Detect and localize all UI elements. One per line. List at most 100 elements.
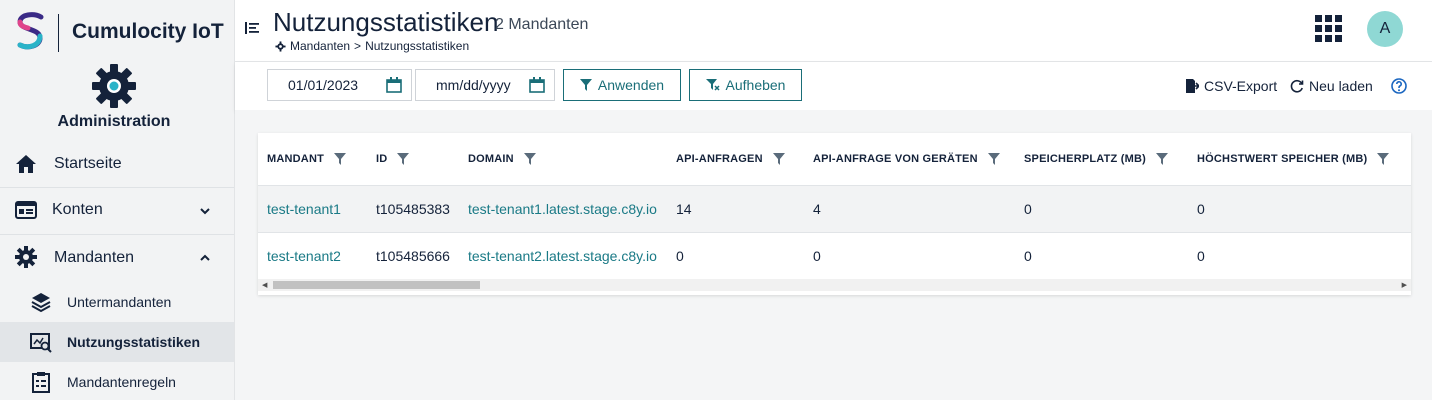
- breadcrumb-separator: >: [354, 39, 362, 53]
- tenant-domain-link[interactable]: test-tenant1.latest.stage.c8y.io: [468, 201, 657, 217]
- brand: Cumulocity IoT: [0, 0, 235, 62]
- breadcrumb: Mandanten > Nutzungsstatistiken: [275, 39, 469, 53]
- column-header-label: DOMAIN: [468, 153, 514, 165]
- date-from-value: 01/01/2023: [288, 77, 359, 93]
- tenant-id: t105485383: [376, 201, 450, 217]
- peak-storage-value: 0: [1197, 248, 1205, 264]
- chevron-down-icon: [200, 208, 210, 215]
- sidebar-subitem-untermandanten[interactable]: Untermandanten: [0, 282, 234, 322]
- user-avatar[interactable]: A: [1367, 11, 1403, 47]
- device-api-requests-value: 4: [813, 201, 821, 217]
- column-header-mandant[interactable]: MANDANT: [267, 153, 347, 165]
- chevron-up-icon: [200, 254, 210, 261]
- clear-filter-button[interactable]: Aufheben: [689, 69, 802, 101]
- accounts-icon: [15, 201, 37, 219]
- app-section-title: Administration: [57, 113, 171, 130]
- usage-statistics-table: MANDANT ID DOMAIN API-ANFRAGEN API-ANFRA…: [258, 133, 1411, 295]
- clear-filter-icon: [705, 78, 720, 91]
- layers-icon: [31, 293, 51, 313]
- column-header-id[interactable]: ID: [376, 153, 410, 165]
- filter-icon[interactable]: [987, 153, 1000, 165]
- clipboard-icon: [32, 372, 50, 393]
- filter-icon[interactable]: [523, 153, 536, 165]
- sidebar-subitem-label: Untermandanten: [67, 294, 172, 310]
- date-to-input[interactable]: mm/dd/yyyy: [415, 69, 555, 101]
- sidebar-item-label: Konten: [52, 201, 103, 218]
- table-row: test-tenant1 t105485383 test-tenant1.lat…: [258, 185, 1411, 232]
- scroll-right-arrow-icon[interactable]: ▶: [1402, 281, 1407, 289]
- page-header: Nutzungsstatistiken 2 Mandanten Mandante…: [235, 0, 1432, 62]
- calendar-icon[interactable]: [386, 77, 402, 93]
- column-header-domain[interactable]: DOMAIN: [468, 153, 536, 165]
- api-requests-value: 0: [676, 248, 684, 264]
- column-header-label: SPEICHERPLATZ (MB): [1024, 153, 1146, 165]
- page-subtitle: 2 Mandanten: [495, 16, 589, 33]
- app-name: Cumulocity IoT: [72, 20, 224, 43]
- column-header-peak-storage[interactable]: HÖCHSTWERT SPEICHER (MB): [1197, 153, 1390, 165]
- gear-icon: [275, 40, 286, 52]
- sidebar: Cumulocity IoT Administration Startseite: [0, 0, 235, 400]
- help-icon[interactable]: [1391, 78, 1407, 94]
- column-header-api-requests[interactable]: API-ANFRAGEN: [676, 153, 785, 165]
- filter-icon[interactable]: [772, 153, 785, 165]
- csv-export-label: CSV-Export: [1204, 78, 1278, 94]
- gear-icon: [15, 246, 37, 268]
- sidebar-item-label: Startseite: [54, 155, 122, 172]
- reload-button[interactable]: Neu laden: [1290, 78, 1373, 94]
- page-title: Nutzungsstatistiken: [273, 7, 499, 37]
- column-header-label: API-ANFRAGE VON GERÄTEN: [813, 153, 978, 165]
- device-api-requests-value: 0: [813, 248, 821, 264]
- sidebar-item-label: Mandanten: [54, 249, 135, 266]
- app-switcher-icon[interactable]: [1315, 15, 1342, 42]
- tenant-link[interactable]: test-tenant1: [267, 201, 341, 217]
- csv-export-button[interactable]: CSV-Export: [1186, 78, 1277, 94]
- filter-icon[interactable]: [1377, 153, 1390, 165]
- refresh-icon: [1290, 79, 1304, 93]
- sidebar-subitem-label: Mandantenregeln: [67, 374, 176, 390]
- filter-icon[interactable]: [397, 153, 410, 165]
- filter-icon: [579, 79, 592, 91]
- usage-stats-icon: [30, 333, 52, 353]
- scroll-left-arrow-icon[interactable]: ◀: [262, 281, 267, 289]
- column-header-label: MANDANT: [267, 153, 325, 165]
- tenant-id: t105485666: [376, 248, 450, 264]
- api-requests-value: 14: [676, 201, 692, 217]
- sidebar-item-startseite[interactable]: Startseite: [0, 141, 234, 187]
- toolbar: 01/01/2023 mm/dd/yyyy Anwenden Aufheben: [235, 62, 1432, 110]
- sidebar-subitem-label: Nutzungsstatistiken: [67, 334, 201, 350]
- reload-label: Neu laden: [1309, 78, 1373, 94]
- apply-filter-button[interactable]: Anwenden: [563, 69, 681, 101]
- administration-gear-icon: [92, 64, 136, 108]
- home-icon: [16, 155, 36, 173]
- column-header-device-api-requests[interactable]: API-ANFRAGE VON GERÄTEN: [813, 153, 1000, 165]
- tenant-domain-link[interactable]: test-tenant2.latest.stage.c8y.io: [468, 248, 657, 264]
- filter-icon[interactable]: [1155, 153, 1168, 165]
- brand-separator: [58, 14, 59, 52]
- tenant-link[interactable]: test-tenant2: [267, 248, 341, 264]
- table-row: test-tenant2 t105485666 test-tenant2.lat…: [258, 232, 1411, 279]
- peak-storage-value: 0: [1197, 201, 1205, 217]
- column-header-label: API-ANFRAGEN: [676, 153, 763, 165]
- sidebar-item-mandanten[interactable]: Mandanten: [0, 235, 234, 281]
- sidebar-subitem-mandantenregeln[interactable]: Mandantenregeln: [0, 362, 234, 402]
- storage-value: 0: [1024, 248, 1032, 264]
- apply-filter-label: Anwenden: [597, 77, 665, 93]
- scrollbar-thumb[interactable]: [273, 281, 480, 289]
- horizontal-scrollbar[interactable]: ◀ ▶: [258, 279, 1411, 291]
- cumulocity-logo-icon: [17, 12, 44, 50]
- date-to-placeholder: mm/dd/yyyy: [436, 77, 511, 93]
- sidebar-toggle-icon[interactable]: [245, 20, 261, 36]
- storage-value: 0: [1024, 201, 1032, 217]
- column-header-storage[interactable]: SPEICHERPLATZ (MB): [1024, 153, 1168, 165]
- column-header-label: ID: [376, 153, 388, 165]
- column-header-label: HÖCHSTWERT SPEICHER (MB): [1197, 153, 1368, 165]
- clear-filter-label: Aufheben: [725, 77, 786, 93]
- export-icon: [1186, 79, 1199, 93]
- sidebar-item-konten[interactable]: Konten: [0, 188, 234, 234]
- breadcrumb-current: Nutzungsstatistiken: [365, 39, 470, 53]
- breadcrumb-parent[interactable]: Mandanten: [290, 39, 350, 53]
- filter-icon[interactable]: [334, 153, 347, 165]
- date-from-input[interactable]: 01/01/2023: [267, 69, 412, 101]
- calendar-icon[interactable]: [529, 77, 545, 93]
- sidebar-subitem-nutzungsstatistiken[interactable]: Nutzungsstatistiken: [0, 322, 234, 362]
